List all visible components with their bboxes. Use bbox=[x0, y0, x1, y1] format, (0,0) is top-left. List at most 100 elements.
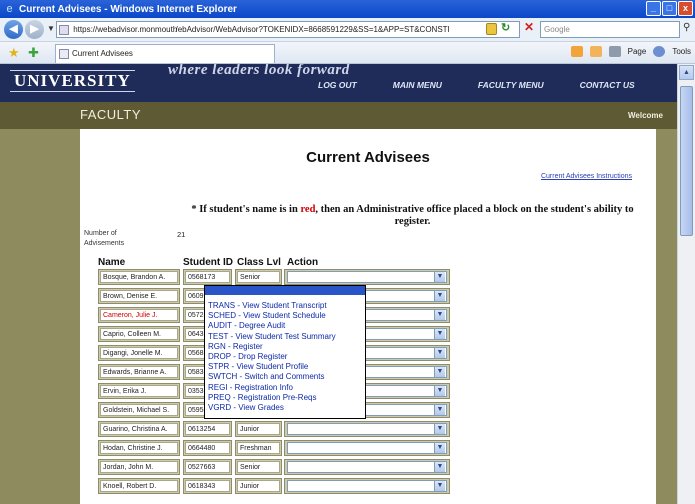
recent-pages-dropdown[interactable]: ▼ bbox=[47, 24, 55, 33]
chevron-down-icon[interactable]: ▼ bbox=[434, 424, 445, 434]
student-name-cell: Digangi, Jonelle M. bbox=[98, 345, 180, 361]
action-select-box[interactable]: ▼ bbox=[287, 271, 447, 283]
action-dropdown-list[interactable]: TRANS - View Student Transcript SCHED - V… bbox=[204, 285, 366, 419]
vertical-scrollbar[interactable]: ▲ bbox=[677, 64, 695, 504]
action-select-box[interactable]: ▼ bbox=[287, 423, 447, 435]
scrollbar-thumb[interactable] bbox=[680, 86, 693, 236]
dropdown-highlight[interactable] bbox=[205, 286, 365, 295]
action-select[interactable]: ▼ bbox=[284, 459, 450, 475]
window-title: Current Advisees - Windows Internet Expl… bbox=[19, 3, 237, 15]
student-name-cell-value: Edwards, Brianne A. bbox=[100, 366, 178, 378]
action-select-box[interactable]: ▼ bbox=[287, 442, 447, 454]
forward-button[interactable]: ▶ bbox=[25, 20, 44, 39]
feeds-icon[interactable] bbox=[589, 46, 602, 57]
chevron-down-icon[interactable]: ▼ bbox=[434, 405, 445, 415]
main-content: Current Advisees Current Advisees Instru… bbox=[80, 129, 656, 504]
maximize-button[interactable]: □ bbox=[662, 1, 677, 16]
action-select[interactable]: ▼ bbox=[284, 421, 450, 437]
dropdown-option[interactable]: AUDIT - Degree Audit bbox=[205, 321, 365, 331]
student-id-cell-value: 0618343 bbox=[185, 480, 230, 492]
tab-current-advisees[interactable]: Current Advisees bbox=[55, 44, 275, 63]
student-id-cell-value: 0664480 bbox=[185, 442, 230, 454]
block-notice: * If student's name is in red, then an A… bbox=[185, 204, 640, 228]
scroll-up-button[interactable]: ▲ bbox=[679, 65, 694, 80]
dropdown-option[interactable]: SWTCH - Switch and Comments bbox=[205, 372, 365, 382]
home-icon[interactable] bbox=[570, 46, 583, 57]
action-select-box[interactable]: ▼ bbox=[287, 461, 447, 473]
notice-red-word: red bbox=[300, 204, 316, 215]
page-menu[interactable]: Page bbox=[628, 47, 647, 56]
student-name-cell: Edwards, Brianne A. bbox=[98, 364, 180, 380]
nav-main-menu[interactable]: MAIN MENU bbox=[375, 80, 460, 90]
command-buttons: Page Tools bbox=[570, 46, 691, 57]
dropdown-option[interactable]: PREQ - Registration Pre-Reqs bbox=[205, 393, 365, 403]
chevron-down-icon[interactable]: ▼ bbox=[434, 386, 445, 396]
action-select-box[interactable]: ▼ bbox=[287, 480, 447, 492]
column-header-student-id: Student ID bbox=[183, 257, 233, 268]
tools-icon[interactable] bbox=[653, 46, 666, 57]
student-name-cell-value: Ervin, Erika J. bbox=[100, 385, 178, 397]
nav-faculty-menu[interactable]: FACULTY MENU bbox=[460, 80, 562, 90]
refresh-icon[interactable]: ↻ bbox=[501, 21, 510, 34]
dropdown-option[interactable]: VGRD - View Grades bbox=[205, 403, 365, 413]
tab-label: Current Advisees bbox=[72, 49, 133, 58]
nav-contact-us[interactable]: CONTACT US bbox=[562, 80, 653, 90]
page-title: Current Advisees bbox=[306, 149, 430, 166]
chevron-down-icon[interactable]: ▼ bbox=[434, 310, 445, 320]
chevron-down-icon[interactable]: ▼ bbox=[434, 367, 445, 377]
student-name-cell: Cameron, Julie J. bbox=[98, 307, 180, 323]
chevron-down-icon[interactable]: ▼ bbox=[434, 481, 445, 491]
url-path: /ebAdvisor/WebAdvisor?TOKENIDX=866859122… bbox=[175, 25, 450, 35]
dropdown-option[interactable]: SCHED - View Student Schedule bbox=[205, 311, 365, 321]
minimize-button[interactable]: _ bbox=[646, 1, 661, 16]
top-nav: LOG OUT MAIN MENU FACULTY MENU CONTACT U… bbox=[300, 80, 653, 90]
close-window-button[interactable]: x bbox=[678, 1, 693, 16]
chevron-down-icon[interactable]: ▼ bbox=[434, 348, 445, 358]
address-input[interactable]: https://webadvisor.monmouth /ebAdvisor/W… bbox=[56, 21, 520, 38]
chevron-down-icon[interactable]: ▼ bbox=[434, 291, 445, 301]
lock-icon[interactable] bbox=[486, 23, 497, 35]
advisement-count-label: Number of Advisements bbox=[84, 230, 125, 247]
chevron-down-icon[interactable]: ▼ bbox=[434, 462, 445, 472]
class-level-cell-value: Senior bbox=[237, 271, 280, 283]
student-name-cell-value: Hodan, Christine J. bbox=[100, 442, 178, 454]
search-input[interactable]: Google bbox=[540, 21, 680, 38]
action-select[interactable]: ▼ bbox=[284, 269, 450, 285]
chevron-down-icon[interactable]: ▼ bbox=[434, 329, 445, 339]
nav-log-out[interactable]: LOG OUT bbox=[300, 80, 375, 90]
window-controls: _ □ x bbox=[646, 1, 693, 16]
instructions-link[interactable]: Current Advisees Instructions bbox=[541, 173, 632, 180]
action-select[interactable]: ▼ bbox=[284, 440, 450, 456]
add-favorites-icon[interactable]: ✚ bbox=[28, 45, 39, 61]
university-logo[interactable]: UNIVERSITY bbox=[10, 70, 135, 92]
dropdown-option[interactable]: TRANS - View Student Transcript bbox=[205, 301, 365, 311]
student-id-cell: 0527663 bbox=[183, 459, 232, 475]
favorites-star-icon[interactable]: ★ bbox=[8, 45, 20, 61]
tools-menu[interactable]: Tools bbox=[672, 47, 691, 56]
search-icon[interactable]: ⚲ bbox=[683, 22, 690, 33]
student-name-cell: Guarino, Christina A. bbox=[98, 421, 180, 437]
section-bar: FACULTY Welcome bbox=[0, 102, 677, 129]
dropdown-option[interactable]: STPR - View Student Profile bbox=[205, 362, 365, 372]
student-name-cell-value: Caprio, Colleen M. bbox=[100, 328, 178, 340]
chevron-down-icon[interactable]: ▼ bbox=[434, 272, 445, 282]
class-level-cell-value: Junior bbox=[237, 480, 280, 492]
chevron-down-icon[interactable]: ▼ bbox=[434, 443, 445, 453]
tab-page-icon bbox=[59, 49, 69, 59]
notice-suffix: , then an Administrative office placed a… bbox=[315, 204, 634, 227]
student-name-cell: Bosque, Brandon A. bbox=[98, 269, 180, 285]
stop-icon[interactable]: ✕ bbox=[524, 20, 534, 34]
dropdown-option[interactable]: TEST - View Student Test Summary bbox=[205, 332, 365, 342]
student-name-cell: Brown, Denise E. bbox=[98, 288, 180, 304]
dropdown-option[interactable]: RGN - Register bbox=[205, 342, 365, 352]
action-select[interactable]: ▼ bbox=[284, 478, 450, 494]
dropdown-option[interactable]: DROP - Drop Register bbox=[205, 352, 365, 362]
site-tagline: where leaders look forward bbox=[168, 64, 350, 78]
student-name-cell-value: Knoell, Robert D. bbox=[100, 480, 178, 492]
print-icon[interactable] bbox=[608, 46, 621, 57]
internet-explorer-icon: e bbox=[6, 2, 13, 15]
class-level-cell-value: Junior bbox=[237, 423, 280, 435]
section-title: FACULTY bbox=[80, 107, 142, 122]
back-button[interactable]: ◀ bbox=[4, 20, 23, 39]
dropdown-option[interactable]: REGI - Registration Info bbox=[205, 383, 365, 393]
